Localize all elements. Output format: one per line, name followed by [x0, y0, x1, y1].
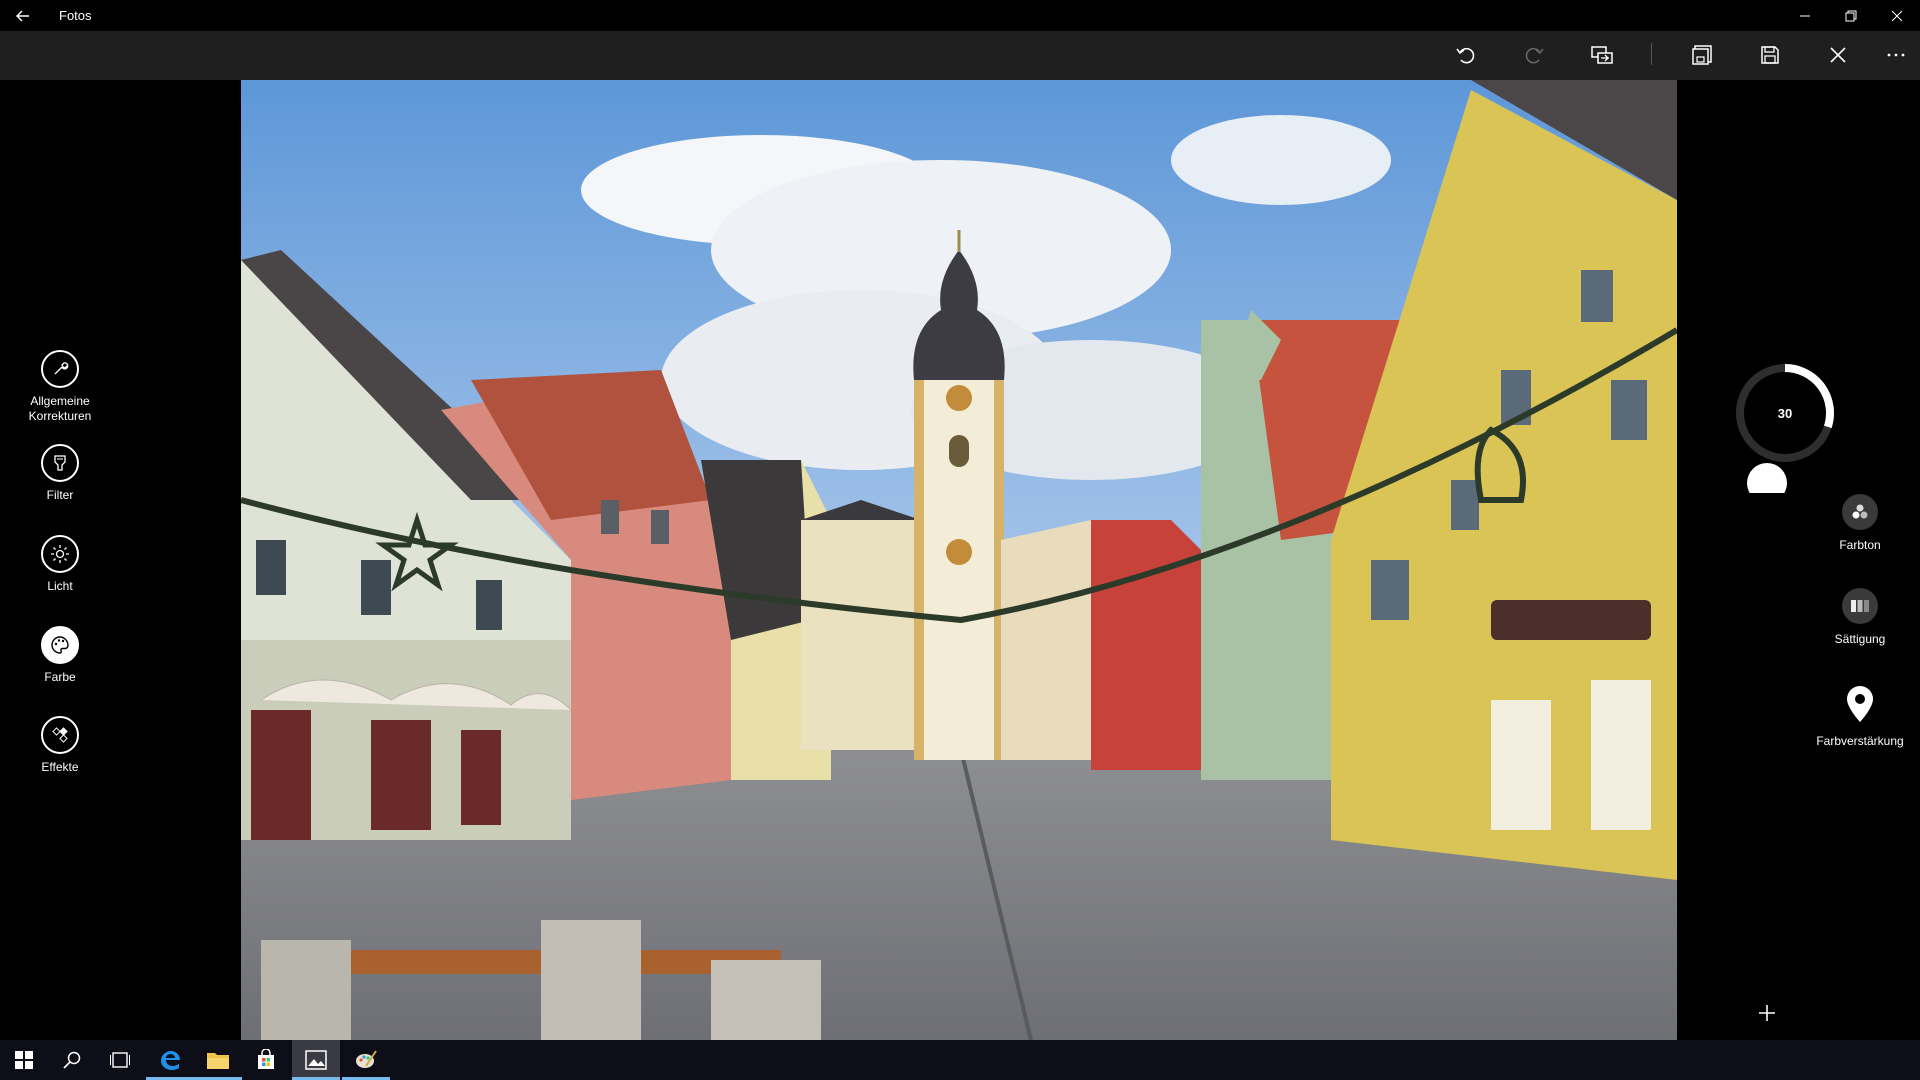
plus-icon [1759, 1005, 1775, 1021]
minimize-button[interactable] [1782, 0, 1828, 31]
effects-icon [41, 716, 79, 754]
toolbar-separator [1651, 43, 1652, 65]
photos-icon [305, 1050, 327, 1070]
tool-label: Licht [47, 579, 73, 593]
restore-button[interactable] [1828, 0, 1874, 31]
save-button[interactable] [1748, 35, 1792, 75]
option-label: Sättigung [1834, 632, 1886, 646]
paint-palette-icon [356, 1050, 377, 1068]
sun-icon [41, 535, 79, 573]
close-editor-button[interactable] [1816, 35, 1860, 75]
close-icon [1830, 47, 1846, 63]
tool-filter[interactable]: Filter [10, 444, 110, 503]
edge-icon [161, 1051, 180, 1070]
start-button[interactable] [0, 1040, 48, 1080]
filter-icon [41, 444, 79, 482]
window-close-icon [1891, 10, 1903, 21]
back-arrow-icon [16, 10, 29, 22]
redo-icon [1525, 47, 1544, 64]
undo-icon [1456, 47, 1475, 64]
app-title: Fotos [59, 8, 92, 23]
task-view-icon [110, 1052, 130, 1068]
add-button[interactable] [1752, 998, 1782, 1028]
palette-icon [41, 626, 79, 664]
option-label: Farbton [1839, 538, 1881, 552]
more-icon [1887, 53, 1905, 57]
dial-knob[interactable] [1747, 463, 1787, 503]
tool-general-corrections[interactable]: Allgemeine Korrekturen [10, 350, 110, 424]
window-close-button[interactable] [1874, 0, 1920, 31]
minimize-icon [1800, 15, 1810, 16]
edge-taskbar-button[interactable] [146, 1040, 194, 1080]
search-button[interactable] [48, 1040, 96, 1080]
save-icon [1761, 46, 1779, 64]
save-copy-button[interactable] [1680, 35, 1724, 75]
folder-icon [207, 1053, 229, 1069]
back-button[interactable] [10, 3, 36, 29]
option-color-boost[interactable]: Farbverstärkung [1800, 682, 1920, 748]
tool-label: Allgemeine Korrekturen [28, 394, 92, 423]
task-view-button[interactable] [96, 1040, 144, 1080]
tool-light[interactable]: Licht [10, 535, 110, 594]
more-button[interactable] [1874, 35, 1918, 75]
save-copy-icon [1692, 45, 1712, 65]
windows-logo-icon [15, 1051, 33, 1069]
taskbar [0, 1040, 1920, 1080]
undo-button[interactable] [1444, 35, 1488, 75]
option-hue[interactable]: Farbton [1800, 494, 1920, 552]
paint-taskbar-button[interactable] [342, 1040, 390, 1080]
tool-effects[interactable]: Effekte [10, 716, 110, 775]
restore-icon [1845, 10, 1857, 21]
option-label: Farbverstärkung [1816, 734, 1904, 748]
tool-label: Effekte [41, 760, 79, 774]
dial-value: 30 [1777, 405, 1793, 421]
explorer-taskbar-button[interactable] [194, 1040, 242, 1080]
color-intensity-dial[interactable]: 30 [1735, 363, 1845, 503]
store-taskbar-button[interactable] [242, 1040, 290, 1080]
hue-icon [1842, 494, 1878, 530]
wrench-icon [41, 350, 79, 388]
redo-button[interactable] [1512, 35, 1556, 75]
town-square-photo [241, 80, 1677, 1040]
saturation-icon [1842, 588, 1878, 624]
compare-button[interactable] [1580, 35, 1624, 75]
title-bar: Fotos [0, 0, 1920, 31]
edit-toolbar [0, 31, 1920, 80]
tool-label: Filter [46, 488, 74, 502]
photo-preview [241, 80, 1677, 1040]
color-boost-pin-icon [1842, 682, 1878, 726]
store-bag-icon [258, 1049, 274, 1069]
tool-color[interactable]: Farbe [10, 626, 110, 685]
tool-label: Farbe [44, 670, 76, 684]
compare-icon [1591, 46, 1613, 64]
photos-taskbar-button[interactable] [292, 1040, 340, 1080]
search-icon [63, 1051, 81, 1069]
option-saturation[interactable]: Sättigung [1800, 588, 1920, 646]
